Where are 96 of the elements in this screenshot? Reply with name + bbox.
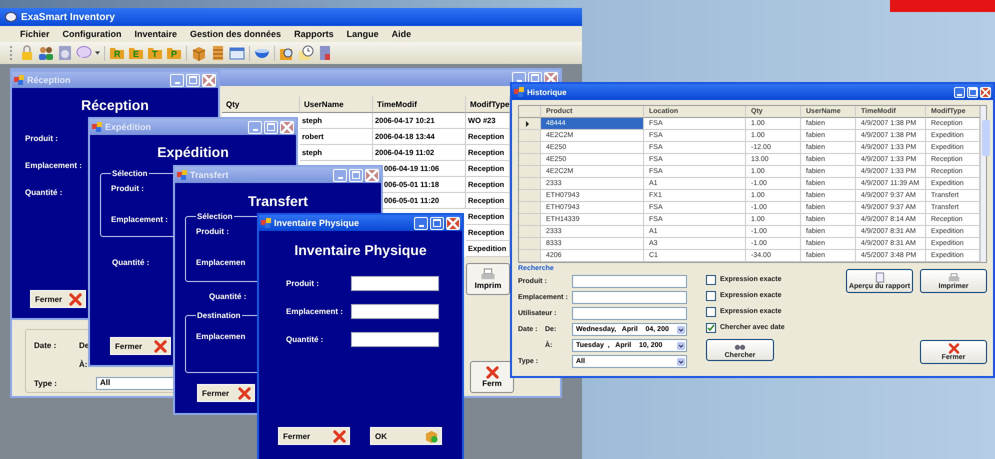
window-icon[interactable] <box>229 45 245 61</box>
input-field[interactable] <box>572 307 687 320</box>
printer-icon <box>948 272 960 283</box>
menu-item[interactable]: Rapports <box>294 29 334 39</box>
users-icon[interactable] <box>38 45 54 61</box>
column-header[interactable]: ModifType <box>466 96 510 113</box>
field-label: Date : <box>34 340 58 350</box>
group-label: Sélection <box>196 212 234 221</box>
field-label: Quantité : <box>25 188 64 197</box>
box-icon[interactable] <box>191 45 207 61</box>
close-button[interactable]: Fermer <box>110 337 171 355</box>
package-icon <box>425 430 438 442</box>
menu-item[interactable]: Langue <box>346 29 379 39</box>
field-label: Type : <box>34 378 58 388</box>
close-button[interactable] <box>202 74 216 86</box>
dropdown-arrow-icon <box>677 326 685 334</box>
clock-icon[interactable] <box>298 45 314 61</box>
window-title: Historique <box>527 88 568 96</box>
input-field[interactable] <box>572 291 687 304</box>
print-button[interactable]: Imprim <box>466 263 510 295</box>
field-label: Produit : <box>25 134 59 143</box>
menu-item[interactable]: Gestion des données <box>190 29 282 39</box>
field-label: Emplacement : <box>111 215 168 224</box>
app-icon <box>92 122 102 132</box>
app-icon <box>261 218 271 228</box>
maximize-button[interactable] <box>430 216 444 230</box>
app-logo-icon <box>5 12 17 22</box>
app-icon <box>14 75 24 85</box>
type-select[interactable]: All <box>96 376 176 390</box>
dropdown-arrow-icon <box>677 342 685 350</box>
column-header[interactable]: UserName <box>300 96 373 113</box>
input-field[interactable] <box>572 275 687 288</box>
document-icon <box>874 272 886 283</box>
checkbox[interactable] <box>706 306 716 316</box>
column-header[interactable]: TimeModif <box>373 96 466 113</box>
input-field[interactable] <box>351 304 439 319</box>
group-label: Destination <box>196 311 242 320</box>
field-label: Produit : <box>111 184 144 193</box>
cross-icon <box>333 430 346 442</box>
window-heading: Expédition <box>156 144 230 160</box>
window-title: Transfert <box>190 170 230 180</box>
close-button[interactable]: Fermer <box>278 427 350 445</box>
field-label: Emplacement : <box>25 161 82 170</box>
field-label: Emplacemen <box>196 258 246 267</box>
close-button[interactable]: Fermer <box>30 290 86 308</box>
cross-icon <box>69 292 82 306</box>
window-heading: Inventaire Physique <box>293 242 428 258</box>
field-label: Emplacemen <box>196 332 246 341</box>
window-heading: Transfert <box>247 193 309 209</box>
field-label: Quantité : <box>209 292 246 301</box>
cabinet-icon[interactable] <box>210 45 226 61</box>
ok-button[interactable]: OK <box>370 427 442 445</box>
close-button[interactable]: Fermer <box>197 384 255 402</box>
cross-icon <box>948 343 960 354</box>
maximize-button[interactable] <box>967 86 978 98</box>
window-title: Réception <box>27 75 72 85</box>
dropdown-arrow-icon <box>677 358 685 366</box>
group-label: Sélection <box>111 169 149 178</box>
cross-icon <box>238 386 251 400</box>
row-header[interactable] <box>519 118 541 130</box>
window-heading: Réception <box>80 97 150 113</box>
close-button[interactable] <box>446 216 460 230</box>
close-button[interactable]: Ferm <box>470 361 514 393</box>
menu-item[interactable]: Fichier <box>20 29 50 39</box>
menu-item[interactable]: Configuration <box>62 29 122 39</box>
field-label: Quantité : <box>112 258 150 267</box>
close-button[interactable] <box>280 120 294 134</box>
close-button[interactable] <box>980 86 991 98</box>
app-icon <box>177 170 187 180</box>
window-title: Expédition <box>105 122 152 132</box>
menu-item[interactable]: Aide <box>392 29 412 39</box>
checkbox[interactable] <box>706 322 716 332</box>
close-button[interactable] <box>365 168 379 182</box>
dropdown-caret-icon[interactable] <box>95 51 100 55</box>
checkbox[interactable] <box>706 274 716 284</box>
field-label: Produit : <box>286 279 320 288</box>
field-label: Quantité : <box>286 335 324 344</box>
lock-icon[interactable] <box>19 45 35 61</box>
window-title: Inventaire Physique <box>274 218 360 228</box>
row-header-corner <box>519 106 541 118</box>
minimize-button[interactable] <box>414 216 428 230</box>
window-title: ExaSmart Inventory <box>21 12 115 22</box>
field-label: À: <box>79 360 88 368</box>
cross-icon <box>486 366 498 379</box>
printer-icon <box>480 268 496 281</box>
checkbox[interactable] <box>706 290 716 300</box>
menu-item[interactable]: Inventaire <box>134 29 178 39</box>
field-label: Emplacement : <box>286 307 344 316</box>
minimize-button[interactable] <box>954 86 965 98</box>
column-header[interactable]: Qty <box>222 96 300 113</box>
book-icon[interactable] <box>317 45 333 61</box>
app-icon <box>514 87 524 97</box>
field-label: Produit : <box>196 227 229 236</box>
cross-icon <box>154 340 167 352</box>
input-field[interactable] <box>351 332 439 347</box>
input-field[interactable] <box>351 276 439 291</box>
